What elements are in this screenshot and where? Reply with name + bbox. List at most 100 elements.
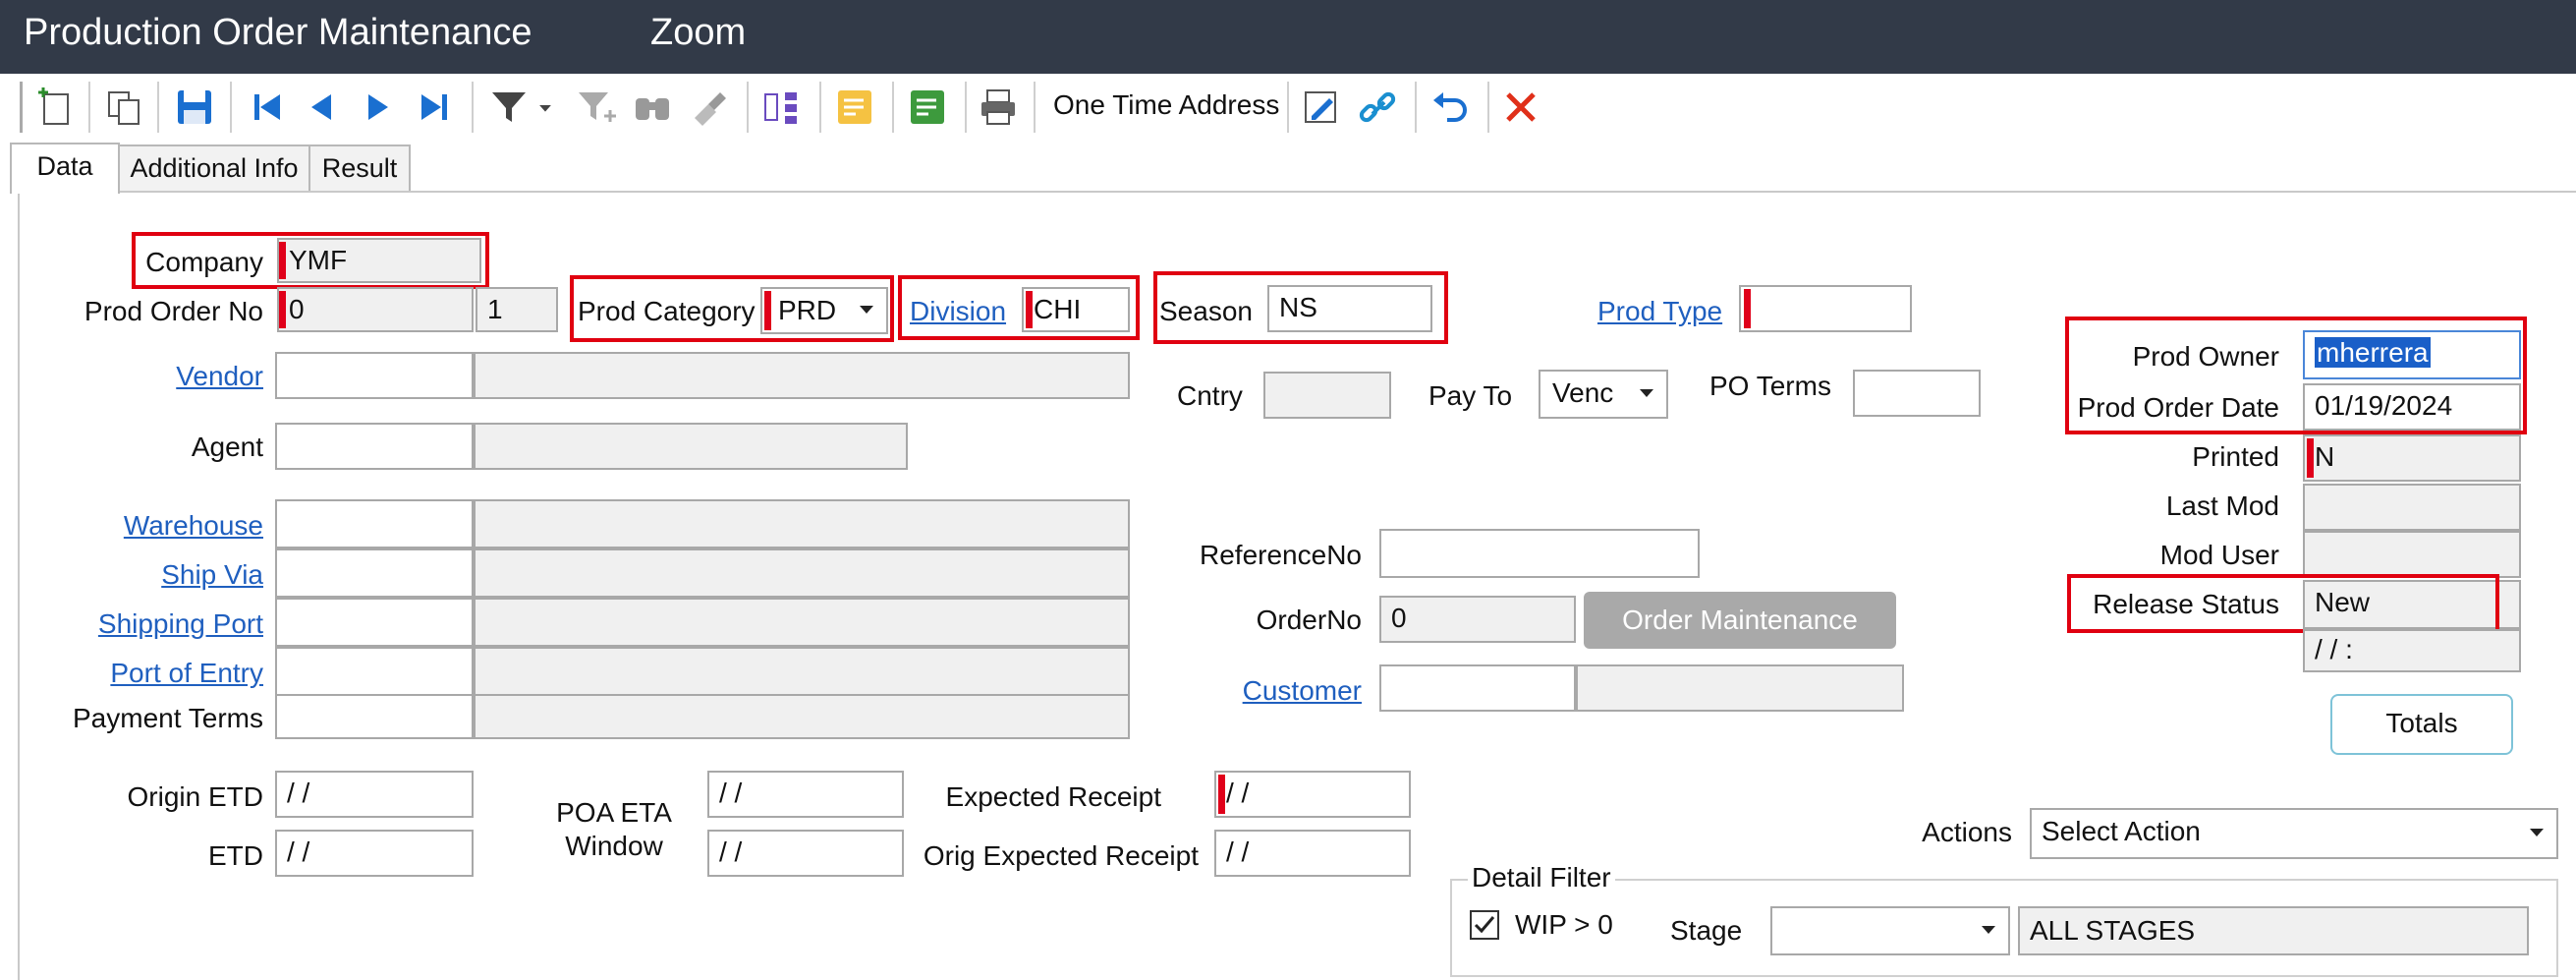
tab-result[interactable]: Result — [308, 144, 411, 192]
cntry-field[interactable] — [1263, 372, 1391, 419]
separator — [1487, 82, 1489, 133]
separator — [1415, 82, 1417, 133]
last-record-button[interactable] — [407, 80, 462, 135]
mod-user-label: Mod User — [2159, 540, 2279, 570]
actions-label: Actions — [1922, 817, 2012, 847]
pay-to-select[interactable]: Venc — [1539, 370, 1668, 419]
required-marker — [764, 291, 771, 330]
warehouse-link[interactable]: Warehouse — [59, 509, 263, 543]
undo-button[interactable] — [1423, 80, 1478, 135]
delete-button[interactable] — [1493, 80, 1548, 135]
totals-button[interactable]: Totals — [2330, 694, 2513, 755]
edit-doc-button[interactable] — [1295, 80, 1350, 135]
prod-type-field[interactable] — [1739, 285, 1912, 332]
find-icon — [636, 98, 669, 120]
order-maintenance-button[interactable]: Order Maintenance — [1584, 592, 1896, 649]
delete-icon — [1506, 92, 1536, 122]
new-button[interactable] — [28, 80, 83, 135]
etd-label: ETD — [208, 840, 263, 871]
zoom-label[interactable]: Zoom — [650, 12, 746, 54]
ship-via-link[interactable]: Ship Via — [59, 558, 263, 592]
filter-dropdown-button[interactable] — [529, 80, 562, 135]
separator — [230, 82, 232, 133]
clear-filter-button[interactable] — [682, 80, 737, 135]
season-field[interactable]: NS — [1267, 285, 1432, 332]
expected-receipt-field[interactable]: / / — [1214, 771, 1411, 818]
vendor-link[interactable]: Vendor — [59, 360, 263, 393]
required-marker — [279, 242, 286, 279]
prod-owner-value: mherrera — [2315, 337, 2431, 368]
shipping-port-link[interactable]: Shipping Port — [39, 607, 263, 641]
required-marker — [2307, 438, 2314, 478]
link-button[interactable] — [1350, 80, 1405, 135]
actions-value: Select Action — [2042, 816, 2201, 846]
first-record-button[interactable] — [240, 80, 295, 135]
port-of-entry-field[interactable] — [275, 647, 474, 696]
division-link[interactable]: Division — [910, 295, 1006, 328]
notes-green-button[interactable] — [900, 80, 955, 135]
tab-additional-info[interactable]: Additional Info — [116, 144, 312, 192]
poa-window-field[interactable]: / / — [707, 830, 904, 877]
required-marker — [1744, 289, 1751, 328]
origin-etd-field[interactable]: / / — [275, 771, 474, 818]
prod-type-link[interactable]: Prod Type — [1597, 295, 1722, 328]
warehouse-field[interactable] — [275, 499, 474, 548]
order-no-field[interactable]: 0 — [1379, 596, 1576, 643]
company-field[interactable]: YMF — [277, 238, 481, 283]
required-marker — [1218, 775, 1225, 814]
prod-order-no-field[interactable]: 0 — [277, 287, 474, 332]
etd-field[interactable]: / / — [275, 830, 474, 877]
ship-via-field[interactable] — [275, 548, 474, 598]
actions-select[interactable]: Select Action — [2030, 808, 2558, 859]
filter-add-icon — [579, 92, 616, 122]
customer-link[interactable]: Customer — [1140, 674, 1362, 708]
prev-record-button[interactable] — [295, 80, 350, 135]
chevron-down-icon[interactable] — [847, 289, 886, 332]
prod-owner-field[interactable]: mherrera — [2303, 330, 2521, 379]
orig-expected-receipt-label: Orig Expected Receipt — [923, 840, 1199, 871]
prod-category-select[interactable]: PRD — [760, 287, 888, 334]
prod-category-label: Prod Category — [578, 296, 756, 326]
tree-icon — [764, 92, 797, 124]
customer-name-field — [1576, 664, 1904, 712]
printed-field[interactable]: N — [2303, 434, 2521, 482]
payment-terms-name-field — [474, 694, 1130, 739]
po-terms-label: PO Terms — [1709, 371, 1831, 401]
port-of-entry-link[interactable]: Port of Entry — [39, 657, 263, 690]
customer-field[interactable] — [1379, 664, 1576, 712]
chevron-down-icon[interactable] — [2517, 810, 2556, 857]
print-button[interactable] — [971, 80, 1026, 135]
copy-button[interactable] — [96, 80, 151, 135]
wip-checkbox[interactable] — [1470, 910, 1499, 940]
prod-order-date-label: Prod Order Date — [2077, 392, 2279, 423]
next-record-button[interactable] — [350, 80, 405, 135]
find-button[interactable] — [625, 80, 680, 135]
separator — [1034, 82, 1036, 133]
stage-select[interactable] — [1770, 906, 2010, 955]
tab-data[interactable]: Data — [10, 143, 120, 194]
origin-etd-label: Origin ETD — [127, 781, 263, 812]
tree-button[interactable] — [755, 80, 810, 135]
one-time-address-button[interactable]: One Time Address — [1053, 88, 1279, 122]
po-terms-field[interactable] — [1853, 370, 1981, 417]
reference-no-field[interactable] — [1379, 529, 1700, 578]
save-button[interactable] — [167, 80, 222, 135]
division-field[interactable]: CHI — [1022, 287, 1130, 332]
agent-field[interactable] — [275, 423, 474, 470]
note-button[interactable] — [827, 80, 882, 135]
orig-expected-receipt-field[interactable]: / / — [1214, 830, 1411, 877]
notes-green-icon — [911, 90, 944, 124]
prod-owner-label: Prod Owner — [2132, 341, 2279, 372]
shipping-port-field[interactable] — [275, 598, 474, 647]
chevron-down-icon[interactable] — [1969, 908, 2008, 953]
prod-order-no-label: Prod Order No — [84, 296, 263, 326]
prod-order-seq-field[interactable]: 1 — [476, 287, 558, 332]
copy-icon — [108, 91, 140, 125]
required-marker — [279, 291, 286, 328]
vendor-field[interactable] — [275, 352, 474, 399]
chevron-down-icon[interactable] — [1627, 372, 1666, 417]
prod-order-date-field[interactable]: 01/19/2024 — [2303, 383, 2521, 431]
payment-terms-field[interactable] — [275, 694, 474, 739]
poa-eta-field[interactable]: / / — [707, 771, 904, 818]
filter-add-button[interactable] — [570, 80, 625, 135]
